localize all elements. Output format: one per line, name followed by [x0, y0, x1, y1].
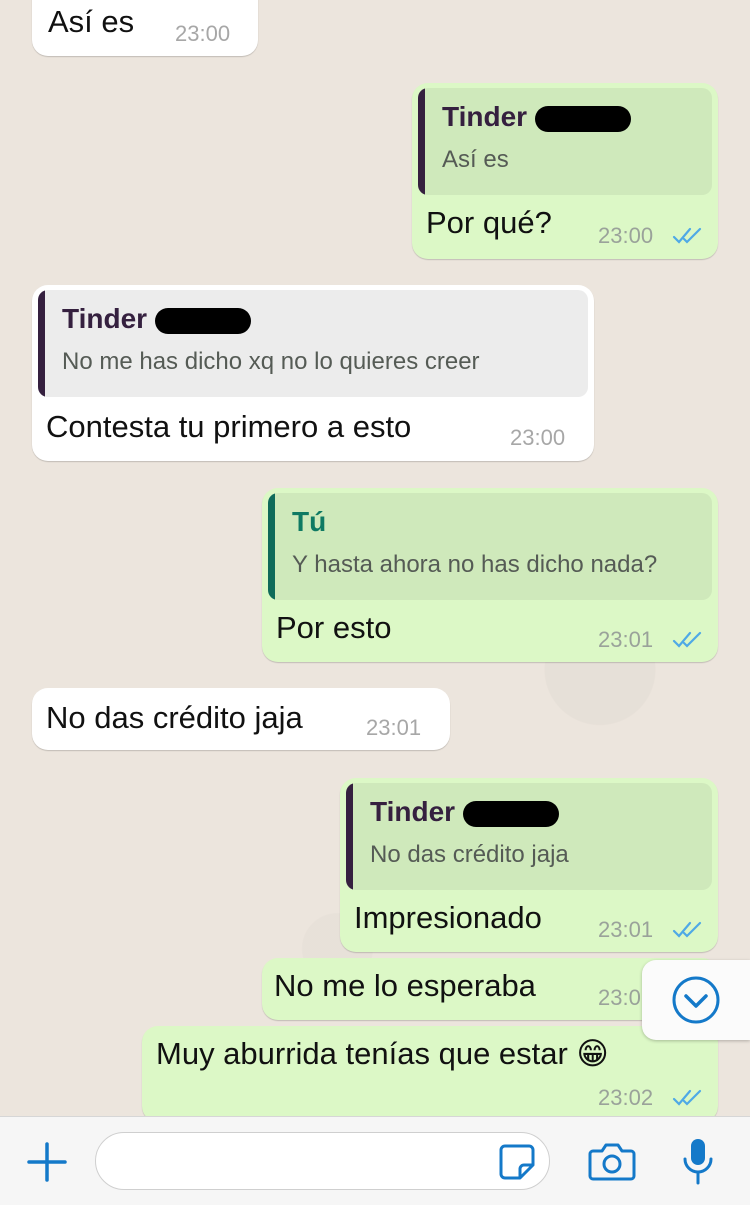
sticker-icon[interactable]: [498, 1143, 536, 1181]
read-receipt-icon: [672, 631, 702, 648]
message-outgoing[interactable]: Muy aburrida tenías que estar 😁 23:02: [142, 1026, 718, 1116]
message-time: 23:02: [598, 1085, 654, 1110]
quote-bar: [38, 290, 45, 397]
read-receipt-icon: [672, 921, 702, 938]
message-time: 23:01: [598, 627, 654, 652]
message-text: Contesta tu primero a esto: [46, 409, 412, 444]
message-input[interactable]: [95, 1132, 550, 1190]
redaction-mark: [463, 800, 560, 827]
message-time: 23:00: [175, 21, 231, 46]
read-receipt-icon: [672, 227, 702, 244]
message-time: 23:00: [598, 223, 654, 248]
quote-text: No me has dicho xq no lo quieres creer: [62, 348, 480, 375]
quoted-message[interactable]: Tinder No me has dicho xq no lo quieres …: [38, 290, 588, 397]
message-text: Impresionado: [354, 900, 542, 935]
message-outgoing[interactable]: Tú Y hasta ahora no has dicho nada? Por …: [262, 488, 718, 662]
quoted-message[interactable]: Tinder Así es: [418, 88, 712, 195]
read-receipt-icon: [672, 1089, 702, 1106]
message-text: No das crédito jaja: [46, 700, 303, 735]
message-text: Muy aburrida tenías que estar 😁: [156, 1036, 609, 1071]
quote-author-name: Tinder: [442, 101, 528, 132]
message-text: Así es: [48, 4, 135, 39]
quote-author: Tú: [292, 506, 327, 537]
message-time: 23:0: [598, 985, 641, 1010]
message-time: 23:00: [510, 425, 566, 450]
scroll-to-bottom-button[interactable]: [642, 960, 750, 1040]
chevron-down-circle-icon: [672, 976, 720, 1024]
quote-text: Y hasta ahora no has dicho nada?: [292, 551, 658, 578]
message-text: Por esto: [276, 610, 392, 645]
quote-bar: [268, 493, 275, 600]
message-time: 23:01: [366, 715, 422, 740]
quote-author: Tinder: [62, 302, 252, 336]
quote-bar: [418, 88, 425, 195]
camera-icon[interactable]: [588, 1141, 636, 1181]
plus-icon[interactable]: [26, 1141, 68, 1183]
chat-area: Así es 23:00 Tinder Así es Por qué? 23:0…: [0, 0, 750, 1116]
quoted-message[interactable]: Tú Y hasta ahora no has dicho nada?: [268, 493, 712, 600]
quote-author: Tinder: [370, 795, 560, 829]
redaction-mark: [535, 105, 632, 132]
quote-author-name: Tinder: [370, 796, 456, 827]
composer-bar: [0, 1116, 750, 1205]
message-text: Por qué?: [426, 205, 552, 240]
quote-author: Tinder: [442, 100, 632, 134]
quoted-message[interactable]: Tinder No das crédito jaja: [346, 783, 712, 890]
message-text: No me lo esperaba: [274, 968, 536, 1003]
message-time: 23:01: [598, 917, 654, 942]
message-incoming[interactable]: Tinder No me has dicho xq no lo quieres …: [32, 285, 594, 461]
message-outgoing[interactable]: Tinder No das crédito jaja Impresionado …: [340, 778, 718, 952]
microphone-icon[interactable]: [680, 1137, 716, 1187]
message-incoming[interactable]: Así es 23:00: [32, 0, 258, 56]
message-outgoing[interactable]: Tinder Así es Por qué? 23:00: [412, 83, 718, 259]
quote-author-name: Tinder: [62, 303, 148, 334]
message-incoming[interactable]: No das crédito jaja 23:01: [32, 688, 450, 750]
quote-text: Así es: [442, 146, 509, 173]
redaction-mark: [155, 307, 252, 334]
quote-bar: [346, 783, 353, 890]
quote-text: No das crédito jaja: [370, 841, 569, 868]
